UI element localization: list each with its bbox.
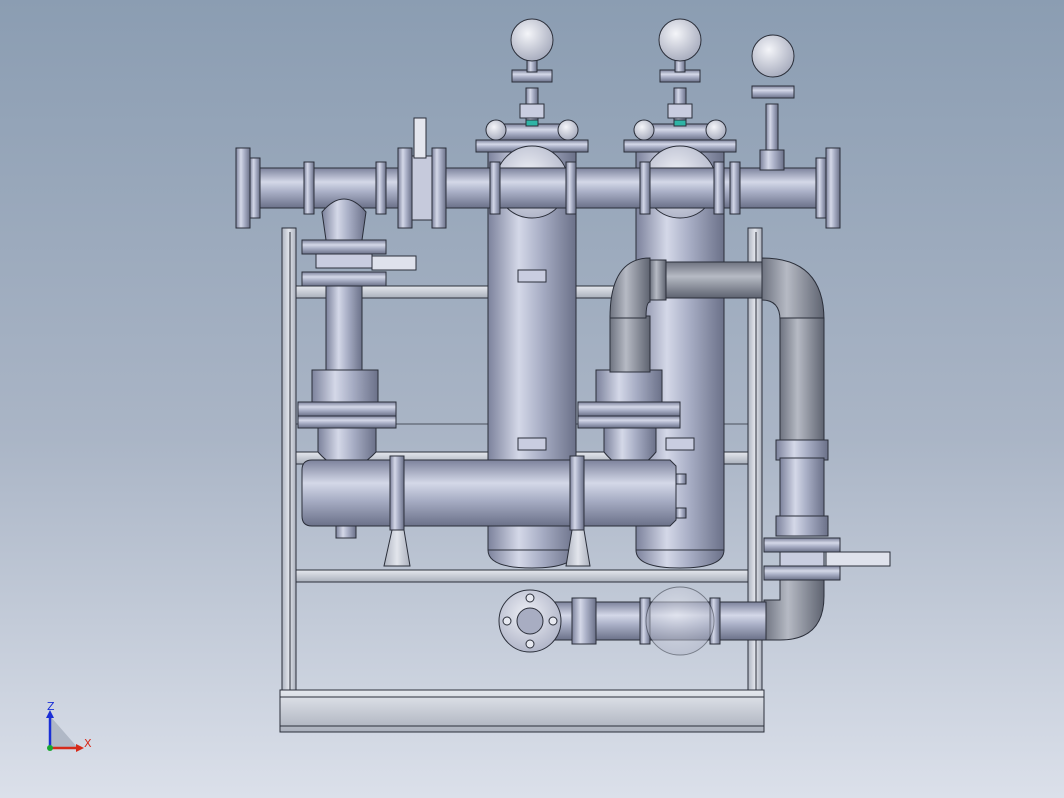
pvc-riser xyxy=(609,315,651,373)
isolation-valve-left xyxy=(519,103,545,119)
origin-dot xyxy=(47,745,53,751)
cad-viewport[interactable]: Z X xyxy=(0,0,1064,798)
bottom-valve-handle xyxy=(825,551,891,567)
x-axis-label: X xyxy=(84,737,92,750)
left-post xyxy=(281,227,297,691)
pressure-gauge-right xyxy=(658,18,702,62)
z-axis-label: Z xyxy=(47,700,55,713)
header-flow-indicator xyxy=(413,117,427,159)
left-valve-handle xyxy=(371,255,417,271)
header-end-flange-left xyxy=(235,147,251,229)
header-end-flange-right xyxy=(825,147,841,229)
pressure-gauge-left xyxy=(510,18,554,62)
isolation-valve-right xyxy=(667,103,693,119)
drain-nozzle xyxy=(335,525,357,539)
lower-cross-member xyxy=(295,569,749,583)
pressure-gauge-header xyxy=(751,34,795,78)
